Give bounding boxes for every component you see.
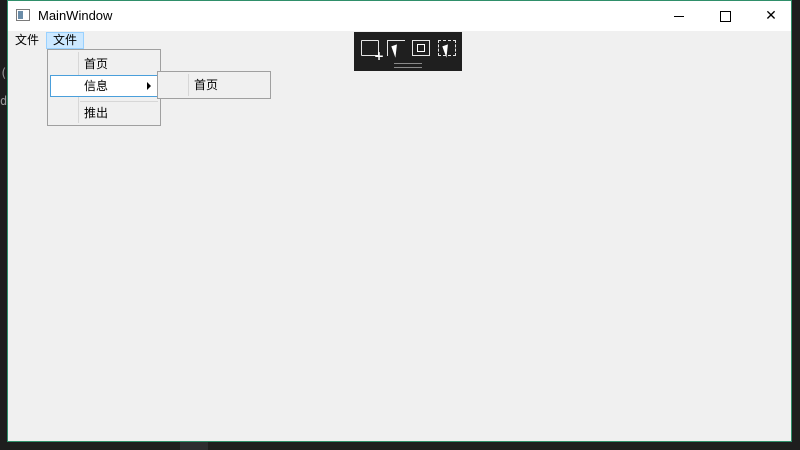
background-taskbar-fragment — [180, 442, 208, 450]
submenu-item-home[interactable]: 首页 — [194, 74, 218, 96]
xaml-debug-toolbar — [354, 32, 462, 71]
menu-file-1[interactable]: 文件 — [9, 32, 45, 49]
close-button[interactable]: ✕ — [748, 1, 794, 31]
menu-item-info-label: 信息 — [84, 79, 109, 93]
menu-item-home-label: 首页 — [84, 57, 109, 71]
app-window-icon — [16, 9, 30, 21]
submenu-arrow-icon — [147, 82, 151, 90]
toolbar-drag-handle[interactable] — [394, 63, 422, 68]
file-dropdown-menu: 首页 信息 推出 — [47, 49, 161, 126]
window-title: MainWindow — [38, 8, 113, 23]
display-layout-adorners-icon[interactable] — [412, 40, 430, 56]
submenu-icon-column-separator — [188, 74, 189, 96]
maximize-button[interactable] — [702, 1, 748, 31]
menu-item-exit-label: 推出 — [84, 106, 109, 120]
title-bar[interactable]: MainWindow ✕ — [8, 1, 791, 31]
menu-item-home[interactable]: 首页 — [50, 53, 158, 75]
minimize-button[interactable] — [656, 1, 702, 31]
close-icon: ✕ — [765, 8, 777, 24]
info-submenu: 首页 — [157, 71, 271, 99]
maximize-icon — [719, 10, 731, 22]
main-window: MainWindow ✕ 文件 文件 首页 信息 推出 首页 — [7, 0, 792, 442]
track-focus-icon[interactable] — [438, 40, 456, 56]
live-visual-tree-icon[interactable] — [361, 40, 384, 63]
select-element-icon[interactable] — [387, 40, 405, 56]
menu-item-exit[interactable]: 推出 — [50, 102, 158, 124]
minimize-icon — [674, 15, 684, 17]
menu-file-2-open[interactable]: 文件 — [46, 32, 85, 49]
menu-item-info[interactable]: 信息 — [50, 75, 158, 97]
